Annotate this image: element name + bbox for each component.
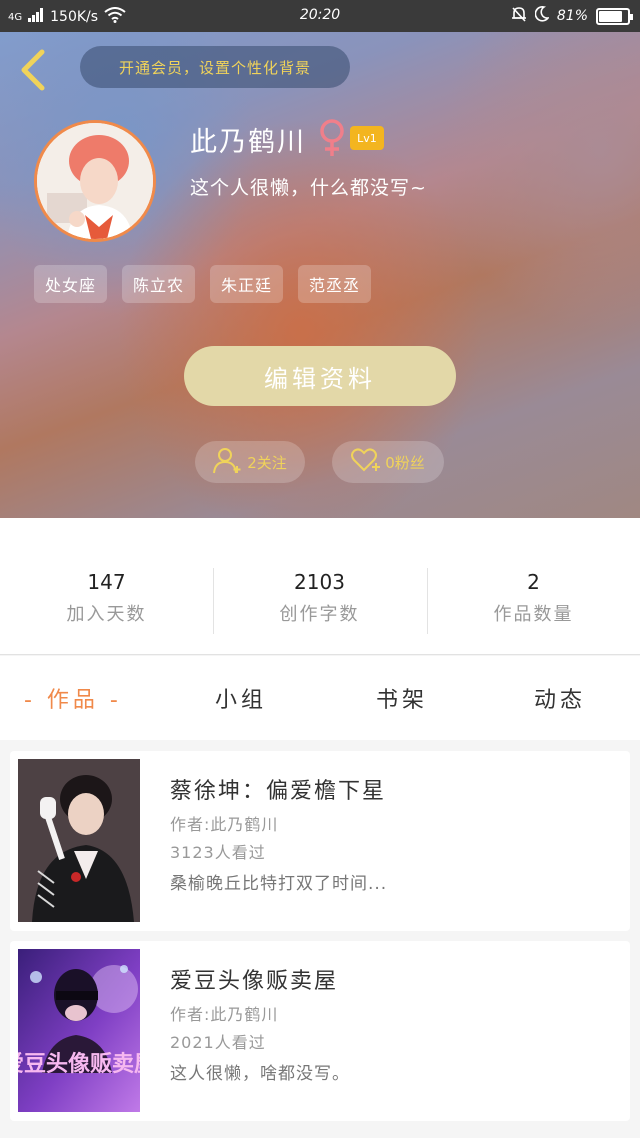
tag-item[interactable]: 陈立农 [122, 265, 196, 303]
book-author: 作者:此乃鹤川 [170, 815, 279, 834]
book-title: 蔡徐坤：偏爱檐下星 [170, 779, 387, 804]
stat-word-count: 2103 创作字数 [213, 570, 426, 626]
stat-value: 147 [87, 570, 126, 594]
book-views: 2021人看过 [170, 1033, 266, 1052]
stat-label: 作品数量 [493, 604, 574, 625]
tag-list: 处女座 陈立农 朱正廷 范丞丞 [34, 265, 372, 303]
tab-bookshelf[interactable]: 书架 [376, 682, 428, 714]
stat-value: 2103 [294, 570, 345, 594]
stats-panel: 147 加入天数 2103 创作字数 2 作品数量 [0, 518, 640, 655]
book-views: 3123人看过 [170, 843, 266, 862]
status-bar: 4G 150K/s 20:20 81% [0, 0, 640, 32]
fans-button[interactable]: 0粉丝 [332, 441, 444, 483]
book-cover[interactable] [18, 759, 140, 922]
book-author: 作者:此乃鹤川 [170, 1005, 279, 1024]
fans-label: 0粉丝 [385, 453, 425, 472]
tab-activity[interactable]: 动态 [534, 682, 586, 714]
tag-item[interactable]: 范丞丞 [298, 265, 372, 303]
book-card[interactable]: 蔡徐坤：偏爱檐下星 作者:此乃鹤川 3123人看过 桑榆晚丘比特打双了时间... [10, 751, 630, 931]
book-desc: 桑榆晚丘比特打双了时间... [170, 874, 388, 894]
female-icon [318, 118, 346, 162]
bio: 这个人很懒，什么都没写~ [190, 177, 427, 199]
avatar[interactable] [34, 120, 156, 242]
stat-label: 加入天数 [66, 604, 147, 625]
open-membership-button[interactable]: 开通会员，设置个性化背景 [80, 46, 350, 88]
tag-item[interactable]: 处女座 [34, 265, 108, 303]
moon-icon [534, 6, 550, 26]
cover-title: 爱豆头像贩卖屋 [18, 1051, 140, 1077]
status-right: 81% [511, 6, 633, 26]
profile-tabs: - 作品 - 小组 书架 动态 [0, 656, 640, 740]
book-desc: 这人很懒，啥都没写。 [170, 1064, 350, 1084]
bell-muted-icon [511, 6, 527, 26]
battery-icon [596, 7, 633, 25]
tag-item[interactable]: 朱正廷 [210, 265, 284, 303]
back-button[interactable] [16, 48, 52, 92]
battery-percent: 81% [556, 8, 588, 24]
stat-value: 2 [527, 570, 540, 594]
level-badge: Lv1 [350, 126, 384, 150]
stat-label: 创作字数 [279, 604, 360, 625]
following-button[interactable]: 2关注 [195, 441, 305, 483]
add-user-icon [213, 446, 243, 478]
stat-works-count: 2 作品数量 [427, 570, 640, 626]
tab-works[interactable]: - 作品 - [24, 682, 122, 714]
username: 此乃鹤川 [190, 127, 306, 158]
edit-profile-button[interactable]: 编辑资料 [184, 346, 456, 406]
tab-groups[interactable]: 小组 [215, 682, 267, 714]
following-label: 2关注 [247, 453, 287, 472]
book-card[interactable]: 爱豆头像贩卖屋 爱豆头像贩卖屋 作者:此乃鹤川 2021人看过 这人很懒，啥都没… [10, 941, 630, 1121]
book-title: 爱豆头像贩卖屋 [170, 969, 339, 994]
profile-header: 4G 150K/s 20:20 81% 开通会员，设置个性化背景 此乃鹤川 Lv… [0, 0, 640, 518]
book-cover[interactable]: 爱豆头像贩卖屋 [18, 949, 140, 1112]
stat-join-days: 147 加入天数 [0, 570, 213, 626]
heart-plus-icon [351, 447, 381, 477]
